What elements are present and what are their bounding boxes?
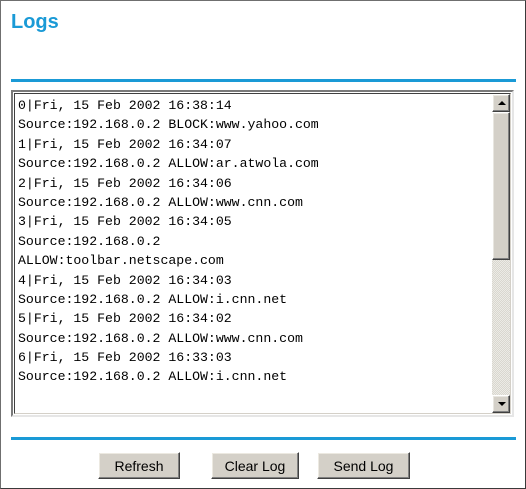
clear-log-button[interactable]: Clear Log	[211, 452, 299, 479]
log-line: ALLOW:toolbar.netscape.com	[18, 253, 224, 269]
log-textarea[interactable]: 0|Fri, 15 Feb 2002 16:38:14 Source:192.16…	[11, 90, 514, 417]
log-line: 4|Fri, 15 Feb 2002 16:34:03	[18, 272, 232, 288]
scroll-down-button[interactable]	[492, 395, 510, 413]
log-line: Source:192.168.0.2 BLOCK:www.yahoo.com	[18, 117, 319, 133]
log-line: Source:192.168.0.2 ALLOW:www.cnn.com	[18, 194, 303, 210]
log-line: Source:192.168.0.2 ALLOW:www.cnn.com	[18, 330, 303, 346]
scroll-up-button[interactable]	[492, 94, 510, 112]
log-line: Source:192.168.0.2 ALLOW:ar.atwola.com	[18, 156, 319, 172]
log-line: 6|Fri, 15 Feb 2002 16:33:03	[18, 350, 232, 366]
refresh-button[interactable]: Refresh	[98, 452, 180, 479]
log-line: 0|Fri, 15 Feb 2002 16:38:14	[18, 98, 232, 113]
logs-panel: Logs 0|Fri, 15 Feb 2002 16:38:14 Source:1…	[0, 0, 526, 489]
log-content: 0|Fri, 15 Feb 2002 16:38:14 Source:192.16…	[18, 96, 488, 413]
log-line: Source:192.168.0.2 ALLOW:i.cnn.net	[18, 291, 288, 307]
arrow-up-icon	[498, 101, 506, 105]
scroll-thumb[interactable]	[492, 112, 510, 260]
log-line: Source:192.168.0.2 ALLOW:i.cnn.net	[18, 369, 288, 385]
arrow-down-icon	[498, 402, 506, 406]
button-divider	[11, 437, 516, 440]
log-scrollbar[interactable]	[492, 94, 510, 413]
log-line: Source:192.168.0.2	[18, 233, 161, 249]
log-line: 5|Fri, 15 Feb 2002 16:34:02	[18, 311, 232, 327]
send-log-button[interactable]: Send Log	[317, 452, 410, 479]
page-title: Logs	[11, 11, 59, 33]
log-line: 1|Fri, 15 Feb 2002 16:34:07	[18, 136, 232, 152]
log-line: 2|Fri, 15 Feb 2002 16:34:06	[18, 175, 232, 191]
title-divider	[11, 79, 516, 82]
log-line: 3|Fri, 15 Feb 2002 16:34:05	[18, 214, 232, 230]
